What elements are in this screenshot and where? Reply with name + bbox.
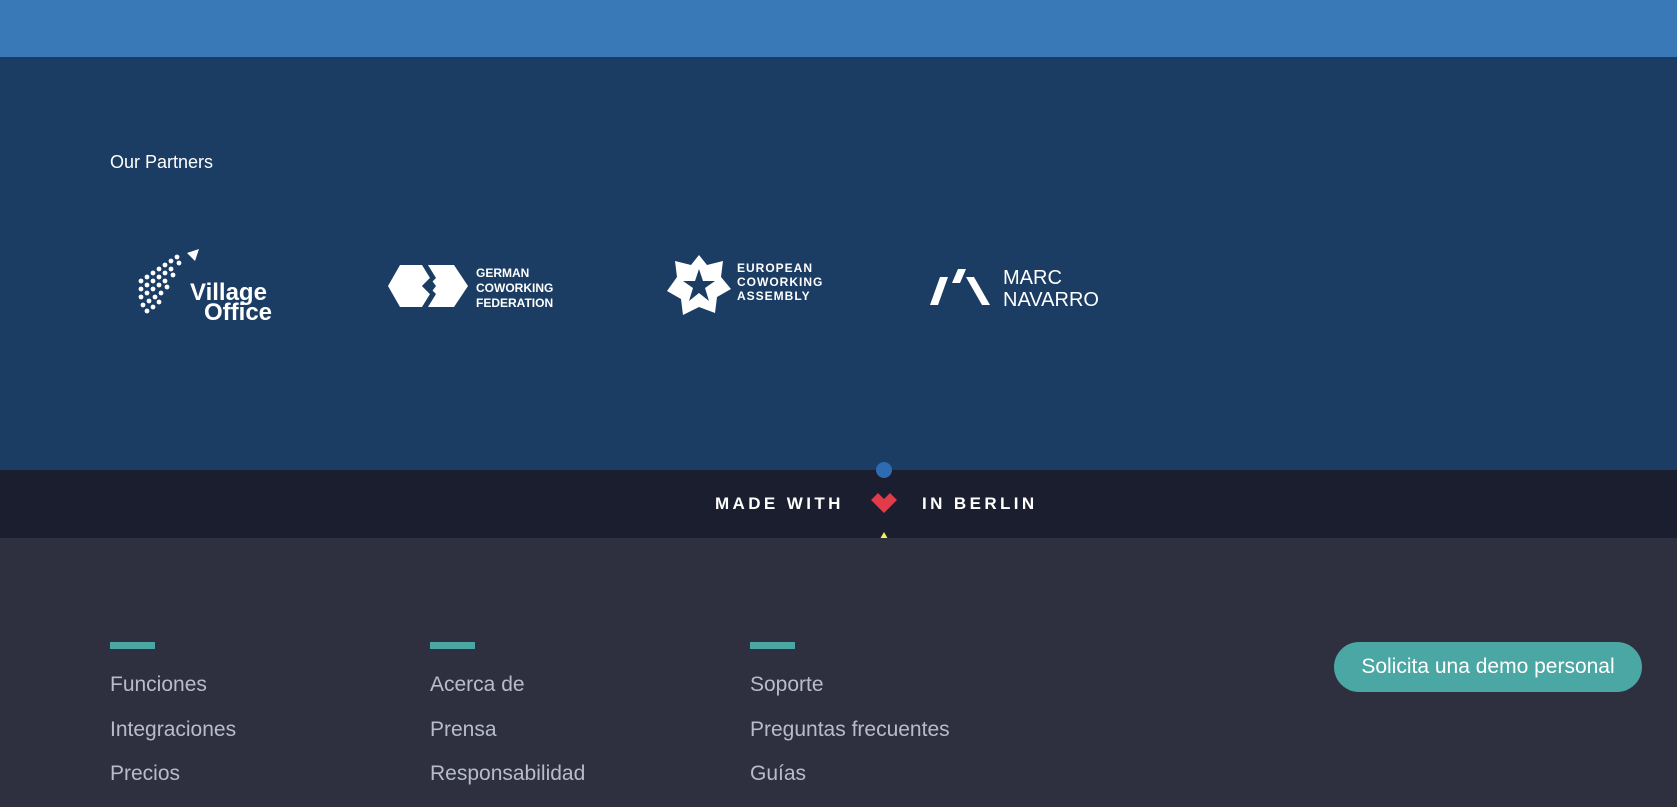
german-coworking-federation-logo[interactable]: GERMAN COWORKING FEDERATION <box>388 262 553 310</box>
mn-mark <box>930 269 990 305</box>
logo-line: Office <box>204 299 273 326</box>
request-demo-button[interactable]: Solicita una demo personal <box>1334 642 1642 692</box>
logo-line: NAVARRO <box>1003 289 1099 311</box>
made-with-prefix: MADE WITH <box>715 494 844 513</box>
logo-line: FEDERATION <box>476 296 554 310</box>
footer-link-soporte[interactable]: Soporte <box>750 673 950 718</box>
marc-navarro-logo[interactable]: MARC NAVARRO <box>930 267 1099 311</box>
partners-title: Our Partners <box>110 152 214 172</box>
column-accent-bar <box>110 642 155 649</box>
star-icon <box>667 255 731 315</box>
logo-line: EUROPEAN <box>737 261 814 275</box>
village-office-logo[interactable]: Village Office <box>135 247 275 329</box>
logo-line: COWORKING <box>737 275 824 289</box>
blue-dot-decoration <box>876 462 892 478</box>
european-coworking-assembly-logo[interactable]: EUROPEAN COWORKING ASSEMBLY <box>667 253 822 317</box>
footer-link-preguntas-frecuentes[interactable]: Preguntas frecuentes <box>750 718 950 763</box>
top-bar <box>0 0 1677 57</box>
footer-column-support: Soporte Preguntas frecuentes Guías <box>750 642 950 807</box>
gcf-mark <box>388 265 468 307</box>
footer-link-responsabilidad[interactable]: Responsabilidad <box>430 762 585 807</box>
made-in-suffix: IN BERLIN <box>922 494 1038 513</box>
logo-line: MARC <box>1003 267 1062 289</box>
site-footer: Funciones Integraciones Precios Acerca d… <box>0 538 1677 796</box>
footer-link-funciones[interactable]: Funciones <box>110 673 236 718</box>
column-accent-bar <box>750 642 795 649</box>
footer-link-acerca-de[interactable]: Acerca de <box>430 673 585 718</box>
logo-line: ASSEMBLY <box>737 289 811 303</box>
heart-icon <box>871 493 897 513</box>
logo-line: COWORKING <box>476 281 554 295</box>
made-with-section: MADE WITH IN BERLIN <box>0 470 1677 538</box>
logo-line: GERMAN <box>476 266 530 280</box>
footer-link-integraciones[interactable]: Integraciones <box>110 718 236 763</box>
footer-column-company: Acerca de Prensa Responsabilidad <box>430 642 585 807</box>
footer-link-prensa[interactable]: Prensa <box>430 718 585 763</box>
partners-section: Our Partners Village Office GERMAN COWOR… <box>0 57 1677 470</box>
footer-link-guias[interactable]: Guías <box>750 762 950 807</box>
footer-column-product: Funciones Integraciones Precios <box>110 642 236 807</box>
footer-link-precios[interactable]: Precios <box>110 762 236 807</box>
column-accent-bar <box>430 642 475 649</box>
